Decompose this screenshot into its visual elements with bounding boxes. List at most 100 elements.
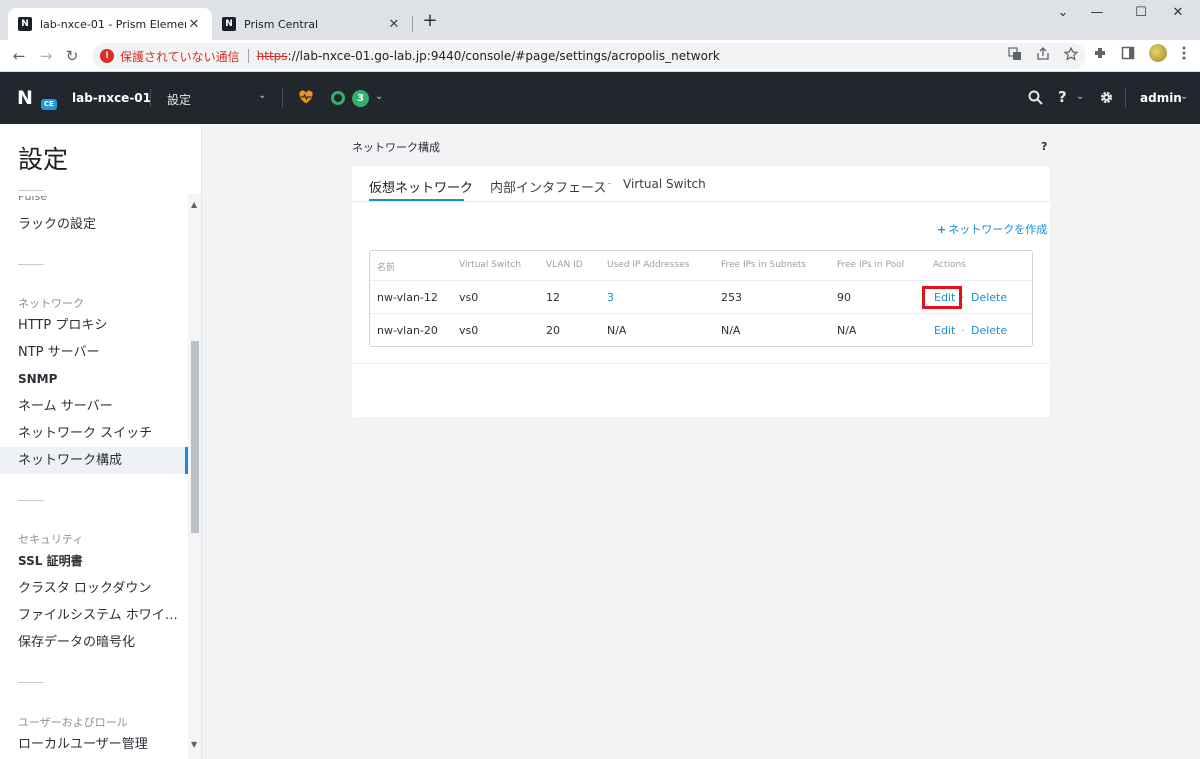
cell-free-pool: 90 — [837, 291, 851, 304]
create-network-link[interactable]: + ネットワークを作成 — [937, 221, 1047, 237]
chevron-down-icon[interactable]: ⌄ — [1180, 91, 1188, 102]
minimize-button[interactable]: — — [1075, 0, 1119, 28]
edit-link[interactable]: Edit — [934, 324, 955, 337]
cell-free-pool: N/A — [837, 324, 857, 337]
nutanix-logo[interactable]: N CE — [17, 89, 57, 110]
sidebar-item-ssl[interactable]: SSL 証明書 — [0, 548, 188, 575]
cell-vswitch: vs0 — [459, 291, 479, 304]
not-secure-warning-icon[interactable]: ! — [100, 49, 114, 63]
page-selector[interactable]: 設定 — [167, 91, 191, 108]
section-divider — [18, 190, 44, 191]
browser-extensions — [1093, 44, 1187, 62]
sidebar-item-encryption[interactable]: 保存データの暗号化 — [0, 629, 188, 656]
section-header-security: セキュリティ — [18, 533, 84, 546]
chevron-down-icon[interactable]: ⌄ — [1076, 91, 1084, 102]
column-header-free-subnet[interactable]: Free IPs in Subnets — [721, 260, 806, 270]
column-header-used-ip[interactable]: Used IP Addresses — [607, 260, 689, 270]
star-icon[interactable] — [1064, 47, 1078, 61]
cell-used-ip-link[interactable]: 3 — [607, 291, 614, 304]
browser-tab-prism-central[interactable]: N Prism Central ✕ — [212, 8, 412, 40]
tab-virtual-network[interactable]: 仮想ネットワーク — [369, 177, 473, 196]
column-header-actions: Actions — [933, 260, 966, 270]
chevron-down-icon[interactable]: ⌄ — [258, 90, 266, 101]
alert-count-badge[interactable]: 3 — [352, 90, 369, 107]
new-tab-button[interactable]: + — [419, 10, 441, 32]
search-icon[interactable] — [1028, 90, 1043, 105]
browser-toolbar: ← → ↻ ! 保護されていない通信 https ://lab-nxce-01.… — [0, 40, 1200, 72]
settings-nav-list: Pulse ラックの設定 ネットワーク HTTP プロキシ NTP サーバー S… — [0, 190, 188, 759]
ce-badge: CE — [41, 99, 57, 110]
back-button[interactable]: ← — [7, 44, 31, 68]
tab-separator — [412, 16, 413, 32]
sidebar-title: 設定 — [18, 145, 69, 174]
gear-icon[interactable] — [1099, 90, 1114, 105]
health-heart-icon[interactable] — [298, 89, 314, 105]
tab-internal-interface[interactable]: 内部インタフェース — [490, 177, 606, 196]
window-close-button[interactable]: ✕ — [1156, 0, 1200, 28]
cluster-name[interactable]: lab-nxce-01 — [72, 91, 151, 105]
column-header-name[interactable]: 名前 — [377, 260, 395, 273]
sidebar-item-ntp[interactable]: NTP サーバー — [0, 339, 188, 366]
extensions-icon[interactable] — [1093, 46, 1107, 60]
column-header-free-pool[interactable]: Free IPs in Pool — [837, 260, 904, 270]
sidebar-item-name-server[interactable]: ネーム サーバー — [0, 393, 188, 420]
profile-avatar[interactable] — [1149, 44, 1167, 62]
share-icon[interactable] — [1036, 47, 1050, 61]
sidepanel-icon[interactable] — [1121, 46, 1135, 60]
delete-link[interactable]: Delete — [971, 291, 1007, 304]
reload-button[interactable]: ↻ — [60, 44, 84, 68]
cell-vlan: 12 — [546, 291, 560, 304]
section-divider — [18, 264, 44, 265]
sidebar-item-fs-whitelist[interactable]: ファイルシステム ホワイト... — [0, 602, 188, 629]
tab-virtual-switch[interactable]: Virtual Switch — [623, 177, 706, 191]
cell-free-subnet: N/A — [721, 324, 741, 337]
omnibox-divider — [247, 49, 249, 63]
column-header-vlan[interactable]: VLAN ID — [546, 260, 583, 270]
sidebar-item-rack[interactable]: ラックの設定 — [0, 211, 188, 238]
user-menu[interactable]: admin — [1140, 91, 1182, 105]
header-divider — [150, 89, 151, 107]
help-icon[interactable]: ? — [1058, 88, 1067, 106]
chevron-down-icon[interactable]: ⌄ — [375, 91, 383, 102]
network-table: 名前 Virtual Switch VLAN ID Used IP Addres… — [369, 250, 1033, 347]
sidebar-item-http-proxy[interactable]: HTTP プロキシ — [0, 312, 188, 339]
sidebar-item-network-switch[interactable]: ネットワーク スイッチ — [0, 420, 188, 447]
forward-button[interactable]: → — [34, 44, 58, 68]
not-secure-label[interactable]: 保護されていない通信 — [120, 48, 240, 65]
tab-separator — [608, 183, 611, 184]
close-icon[interactable]: ✕ — [186, 17, 202, 32]
address-bar[interactable]: ! 保護されていない通信 https ://lab-nxce-01.go-lab… — [92, 43, 1086, 69]
section-divider — [18, 682, 44, 683]
url-scheme: https — [256, 49, 288, 63]
scroll-thumb[interactable] — [191, 341, 199, 533]
scroll-up-arrow-icon[interactable]: ▲ — [191, 200, 197, 209]
delete-link[interactable]: Delete — [971, 324, 1007, 337]
header-divider — [1125, 89, 1126, 107]
browser-tab-bar: N lab-nxce-01 - Prism Element ✕ N Prism … — [0, 0, 1200, 40]
tab-title: Prism Central — [244, 17, 319, 31]
settings-sidebar: 設定 Pulse ラックの設定 ネットワーク HTTP プロキシ NTP サーバ… — [0, 124, 202, 759]
cell-used-ip: N/A — [607, 324, 627, 337]
active-tab-indicator — [369, 199, 464, 201]
menu-icon[interactable] — [1181, 46, 1187, 60]
table-row: nw-vlan-20 vs0 20 N/A N/A N/A Edit · Del… — [370, 313, 1032, 346]
column-header-vswitch[interactable]: Virtual Switch — [459, 260, 521, 270]
sidebar-item-pulse[interactable]: Pulse — [18, 196, 47, 202]
alert-status-icon[interactable] — [331, 91, 345, 105]
scroll-down-arrow-icon[interactable]: ▼ — [191, 740, 197, 749]
sidebar-scrollbar[interactable]: ▲ ▼ — [188, 194, 201, 759]
network-config-panel: 仮想ネットワーク 内部インタフェース Virtual Switch + ネットワー… — [352, 166, 1050, 417]
network-tabs: 仮想ネットワーク 内部インタフェース Virtual Switch — [352, 166, 1050, 202]
sidebar-item-lockdown[interactable]: クラスタ ロックダウン — [0, 575, 188, 602]
prism-header: N CE lab-nxce-01 設定 ⌄ 3 ⌄ ? ⌄ admin ⌄ — [0, 72, 1200, 124]
section-divider — [18, 500, 44, 501]
sidebar-item-local-users[interactable]: ローカルユーザー管理 — [0, 731, 188, 758]
close-icon[interactable]: ✕ — [386, 17, 402, 32]
cell-vlan: 20 — [546, 324, 560, 337]
help-icon[interactable]: ? — [1041, 140, 1047, 153]
sidebar-item-snmp[interactable]: SNMP — [0, 366, 188, 393]
browser-tab-prism-element[interactable]: N lab-nxce-01 - Prism Element ✕ — [8, 8, 212, 40]
sidebar-item-network-config[interactable]: ネットワーク構成 — [0, 447, 188, 474]
translate-icon[interactable] — [1008, 47, 1022, 61]
url-text: ://lab-nxce-01.go-lab.jp:9440/console/#p… — [287, 49, 720, 63]
